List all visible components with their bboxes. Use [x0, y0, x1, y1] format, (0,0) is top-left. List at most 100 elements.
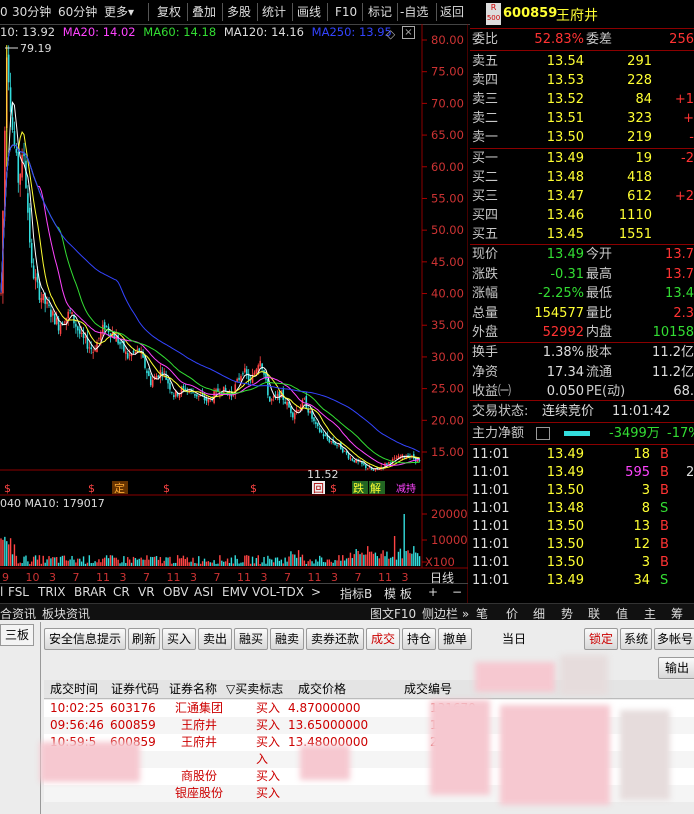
tick-time: 11:01	[472, 483, 510, 498]
ask-volume: 291	[627, 54, 652, 69]
tick-time: 11:01	[472, 501, 510, 516]
indicator-tab-prev[interactable]: l	[0, 585, 3, 599]
col-time[interactable]: 成交时间	[50, 680, 98, 698]
mark-button[interactable]: 标记	[368, 3, 392, 21]
col-side[interactable]: ▽买卖标志	[226, 680, 283, 698]
bottom-marker[interactable]: 解	[370, 481, 381, 495]
add-indicator-button[interactable]: +	[428, 585, 438, 599]
multi-account-button[interactable]: 多帐号	[654, 628, 694, 650]
sell-button[interactable]: 卖出	[198, 628, 232, 650]
indicator-tab[interactable]: CR	[113, 585, 130, 599]
buy-button[interactable]: 买入	[162, 628, 196, 650]
bid-level-label: 买二	[472, 170, 499, 185]
bid-volume: 1110	[618, 208, 652, 223]
bottom-marker[interactable]: 跌	[353, 481, 364, 495]
bottom-marker[interactable]: 减持	[396, 482, 416, 495]
remove-indicator-button[interactable]: −	[452, 585, 462, 599]
stat-value: 13.49	[546, 247, 584, 262]
template-button[interactable]: 模 板	[384, 585, 412, 602]
col-code[interactable]: 证券代码	[111, 680, 159, 698]
bottom-marker[interactable]: 回	[313, 482, 324, 495]
tick-row: 11:01 13.49 34 S	[470, 571, 694, 590]
tick-time: 11:01	[472, 555, 510, 570]
kline-chart[interactable]: 80.00 75.00 70.00 65.00 60.00 55.00 50.00 45.00…	[0, 24, 468, 604]
lock-button[interactable]: 锁定	[584, 628, 618, 650]
period-60min[interactable]: 60分钟	[58, 3, 97, 21]
stat-value: 2.3	[673, 305, 694, 321]
price-tick: 75.00	[431, 65, 464, 79]
indicator-tab-bar: l FSL TRIX BRAR CR VR OBV ASI EMV VOL-TD…	[0, 583, 468, 602]
tick-side: B	[660, 537, 669, 552]
event-marker[interactable]: $	[4, 482, 11, 495]
stat-value: 154577	[534, 305, 584, 321]
net-flow-bar	[564, 431, 590, 436]
margin-buy-button[interactable]: 融买	[234, 628, 268, 650]
stats-button[interactable]: 统计	[262, 3, 286, 21]
stat-value: 13.7	[665, 247, 694, 262]
indicator-b-button[interactable]: 指标B	[340, 585, 372, 602]
event-marker[interactable]: $	[88, 482, 95, 495]
period-30min[interactable]: 30分钟	[12, 3, 51, 21]
short-sell-button[interactable]: 融卖	[270, 628, 304, 650]
redacted-area	[475, 662, 555, 692]
price-tick: 55.00	[431, 191, 464, 205]
redacted-area	[560, 655, 608, 695]
bid-price: 13.45	[546, 227, 584, 242]
stat-value: 68.	[673, 384, 694, 399]
indicator-tab-next[interactable]: >	[311, 585, 321, 599]
tick-volume: 12	[633, 537, 650, 552]
col-price[interactable]: 成交价格	[298, 680, 346, 698]
bid-level-label: 买一	[472, 151, 499, 166]
menu-icon[interactable]	[536, 427, 550, 440]
adjust-button[interactable]: 复权	[157, 3, 181, 21]
order-cell-name: 商股份	[180, 769, 217, 783]
filled-orders-button[interactable]: 成交	[366, 628, 400, 650]
indicator-tab[interactable]: ASI	[194, 585, 213, 599]
event-marker[interactable]: $	[163, 482, 170, 495]
event-marker[interactable]: $	[330, 482, 337, 495]
back-button[interactable]: 返回	[440, 3, 464, 21]
indicator-tab[interactable]: BRAR	[74, 585, 107, 599]
event-marker[interactable]: $	[250, 482, 257, 495]
quote-stat-row: 涨幅 -2.25% 最低 13.4	[470, 284, 694, 303]
tick-volume: 8	[641, 501, 650, 516]
export-button[interactable]: 输出	[658, 657, 694, 679]
tick-side: S	[660, 501, 669, 516]
period-daily-label[interactable]: 日线	[430, 569, 454, 586]
order-cell-side: 买入	[256, 718, 281, 732]
system-button[interactable]: 系统	[620, 628, 652, 650]
ask-level-label: 卖一	[472, 130, 499, 145]
more-periods-button[interactable]: 更多▾	[104, 3, 134, 21]
event-marker[interactable]: 定	[114, 481, 125, 495]
left-nav-tab[interactable]: 三板	[0, 624, 34, 646]
order-cell-side: 入	[256, 752, 269, 766]
draw-line-button[interactable]: 画线	[297, 3, 321, 21]
indicator-tab[interactable]: EMV	[222, 585, 248, 599]
f10-button[interactable]: F10	[335, 3, 357, 21]
positions-button[interactable]: 持仓	[402, 628, 436, 650]
indicator-tab[interactable]: FSL	[8, 585, 29, 599]
col-name[interactable]: 证券名称	[169, 680, 217, 698]
period-5min[interactable]: 0	[0, 3, 8, 21]
col-trade-no[interactable]: 成交编号	[404, 680, 452, 698]
ask-price: 13.54	[546, 54, 584, 69]
sell-to-repay-button[interactable]: 卖券还款	[306, 628, 364, 650]
indicator-tab[interactable]: TRIX	[38, 585, 65, 599]
tick-time: 11:01	[472, 573, 510, 588]
tick-time: 11:01	[472, 465, 510, 480]
cancel-order-button[interactable]: 撤单	[438, 628, 472, 650]
redacted-area	[40, 742, 140, 782]
refresh-button[interactable]: 刷新	[128, 628, 160, 650]
tick-side: S	[660, 573, 669, 588]
bid-level-label: 买四	[472, 208, 499, 223]
watchlist-button[interactable]: -自选	[400, 3, 428, 21]
multi-stock-button[interactable]: 多股	[227, 3, 251, 21]
indicator-tab[interactable]: VR	[138, 585, 155, 599]
ask-level-row: 卖四 13.53 228	[470, 71, 694, 90]
indicator-tab[interactable]: VOL-TDX	[252, 585, 304, 599]
tick-row: 11:01 13.49 595 B 2	[470, 463, 694, 482]
overlay-button[interactable]: 叠加	[192, 3, 216, 21]
stat-value: 10158	[652, 325, 694, 340]
indicator-tab[interactable]: OBV	[163, 585, 189, 599]
security-info-button[interactable]: 安全信息提示	[44, 628, 126, 650]
